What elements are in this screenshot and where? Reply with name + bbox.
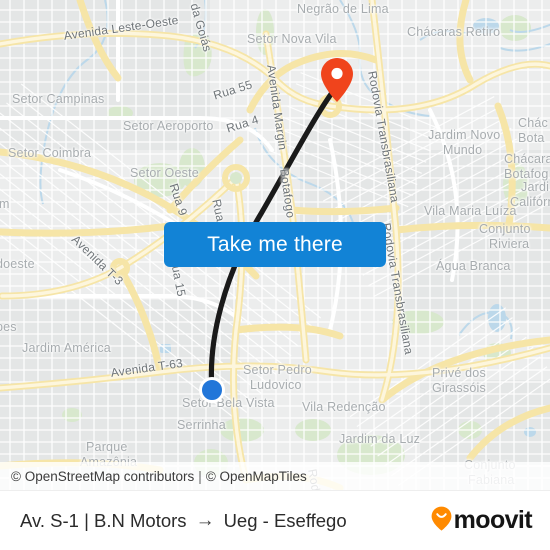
moovit-logo[interactable]: moovit [431, 506, 533, 536]
map-pin-icon[interactable] [320, 57, 354, 103]
moovit-pin-icon [431, 506, 452, 536]
trip-footer: Av. S-1 | B.N Motors → Ueg - Eseffego mo… [0, 490, 550, 550]
attribution-osm[interactable]: © OpenStreetMap contributors [11, 469, 194, 484]
take-me-there-button[interactable]: Take me there [164, 222, 386, 267]
trip-origin: Av. S-1 | B.N Motors [20, 509, 187, 531]
attribution-tiles[interactable]: © OpenMapTiles [206, 469, 307, 484]
map-canvas[interactable]: Avenida Leste-Oeste Setor Campinas Setor A… [0, 0, 550, 490]
attribution-separator: | [198, 468, 202, 484]
moovit-trip-map-screen: Avenida Leste-Oeste Setor Campinas Setor A… [0, 0, 550, 550]
location-dot-icon[interactable] [199, 377, 225, 403]
moovit-wordmark: moovit [453, 506, 533, 534]
map-attribution: © OpenStreetMap contributors | © OpenMap… [0, 462, 550, 490]
take-me-there-label: Take me there [207, 232, 343, 256]
trip-summary: Av. S-1 | B.N Motors → Ueg - Eseffego [20, 510, 347, 532]
trip-destination: Ueg - Eseffego [223, 509, 347, 531]
arrow-right-icon: → [195, 509, 215, 531]
